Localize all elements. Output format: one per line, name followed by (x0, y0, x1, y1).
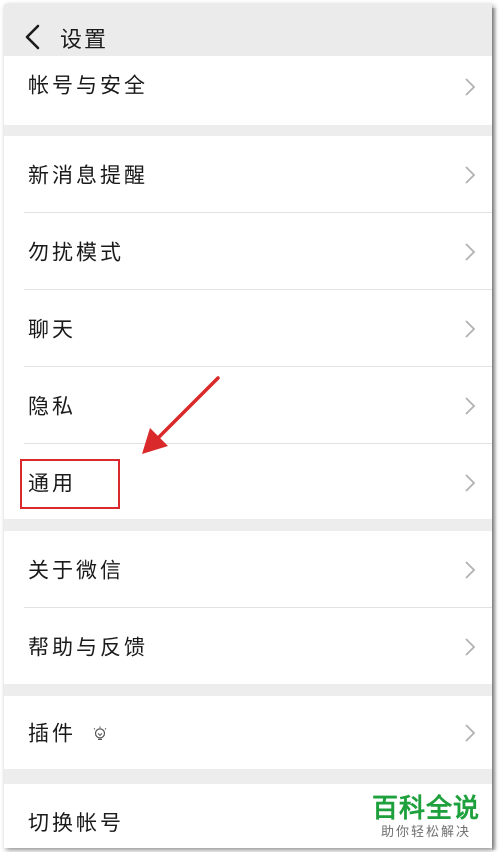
watermark: 百科全说 助你轻松解决 (372, 794, 480, 842)
chevron-right-icon (464, 242, 476, 262)
settings-item-label: 帮助与反馈 (28, 634, 148, 659)
settings-item-label: 隐私 (28, 393, 76, 418)
highlight-box (20, 459, 120, 509)
chevron-right-icon (464, 165, 476, 185)
chevron-right-icon (464, 473, 476, 493)
settings-item-label: 聊天 (28, 316, 76, 341)
chevron-right-icon (464, 637, 476, 657)
settings-item-plugins[interactable]: 插件 (4, 696, 492, 769)
settings-item-label: 关于微信 (28, 557, 124, 582)
settings-item-privacy[interactable]: 隐私 (4, 367, 492, 444)
watermark-subtitle: 助你轻松解决 (380, 825, 471, 840)
settings-item-do-not-disturb[interactable]: 勿扰模式 (4, 213, 492, 290)
settings-item-new-message-alert[interactable]: 新消息提醒 (4, 136, 492, 213)
settings-item-label: 勿扰模式 (28, 239, 124, 264)
settings-item-label-wrap: 插件 (28, 717, 108, 747)
chevron-right-icon (464, 77, 476, 97)
settings-item-account-security[interactable]: 帐号与安全 (4, 56, 492, 125)
back-button[interactable] (22, 24, 46, 50)
settings-item-chats[interactable]: 聊天 (4, 290, 492, 367)
group-about: 关于微信 帮助与反馈 (4, 531, 492, 684)
settings-item-label: 帐号与安全 (28, 72, 148, 97)
chevron-right-icon (464, 319, 476, 339)
watermark-title: 百科全说 (371, 794, 480, 824)
settings-item-label: 插件 (28, 720, 76, 745)
settings-item-label: 新消息提醒 (28, 162, 148, 187)
settings-screen: 设置 帐号与安全 新消息提醒 勿扰模式 聊天 隐私 通用 关于微信 帮助与反馈 … (4, 4, 492, 848)
settings-item-label: 切换帐号 (28, 811, 124, 835)
chevron-left-icon (25, 24, 40, 50)
page-title: 设置 (60, 28, 109, 53)
group-plugins: 插件 (4, 696, 492, 769)
settings-item-help-feedback[interactable]: 帮助与反馈 (4, 608, 492, 685)
chevron-right-icon (464, 396, 476, 416)
lightbulb-icon (93, 726, 107, 741)
chevron-right-icon (464, 723, 476, 743)
settings-item-about-wechat[interactable]: 关于微信 (4, 531, 492, 608)
chevron-right-icon (464, 560, 476, 580)
group-account: 帐号与安全 (4, 56, 492, 125)
